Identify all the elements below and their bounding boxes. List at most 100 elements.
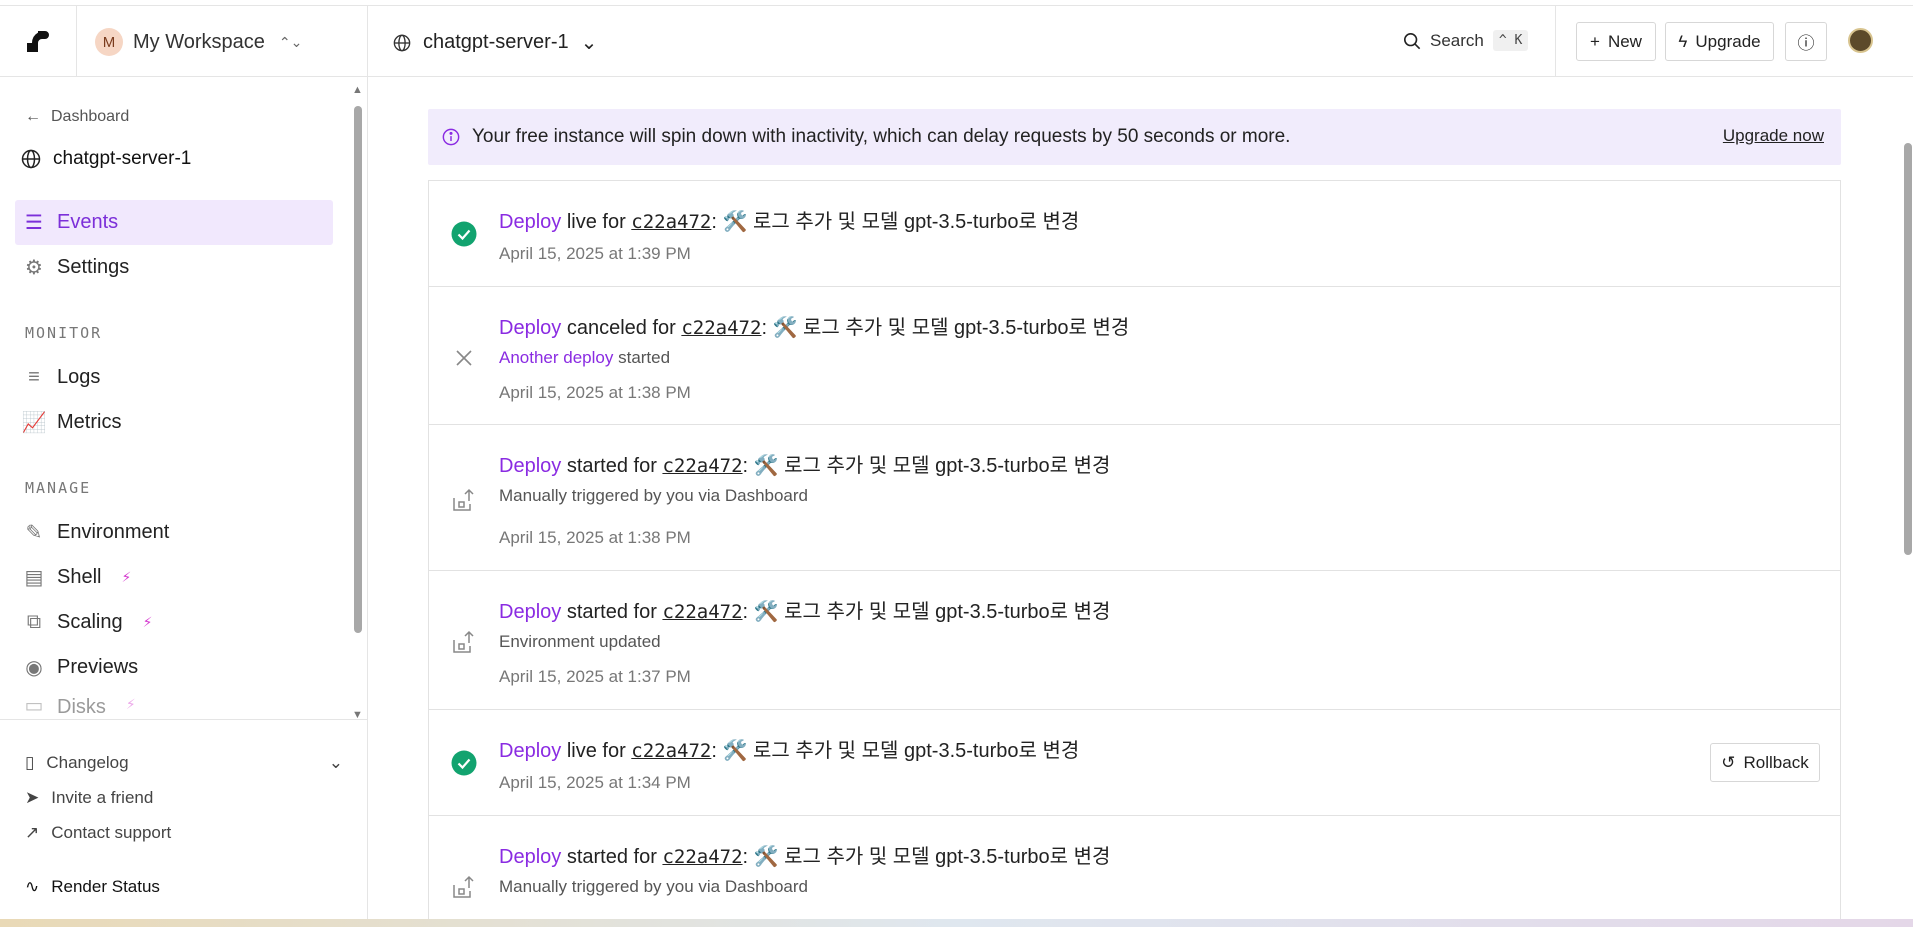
commit-message: 🛠️ 로그 추가 및 모델 gpt-3.5-turbo로 변경 (753, 455, 1111, 477)
logs-icon: ≡ (28, 366, 40, 388)
user-avatar[interactable] (1848, 28, 1873, 53)
search-icon (1403, 32, 1421, 49)
sidebar: M My Workspace ⌃⌄ ← Dashboard chatgpt-se… (0, 6, 368, 919)
deploy-link[interactable]: Deploy (499, 601, 561, 623)
deploy-link[interactable]: Deploy (499, 455, 561, 477)
deploy-link[interactable]: Deploy (499, 317, 561, 339)
header-divider (1555, 6, 1556, 77)
event-verb: started for (566, 455, 657, 477)
workspace-avatar: M (95, 28, 123, 56)
status-label: Render Status (51, 877, 160, 896)
sidebar-item-label: Metrics (57, 411, 122, 433)
commit-hash-link[interactable]: c22a472 (662, 455, 742, 477)
sidebar-item-label: Environment (57, 521, 170, 543)
deploy-link[interactable]: Deploy (499, 740, 561, 762)
sidebar-item-settings[interactable]: ⚙ Settings (15, 245, 333, 290)
event-item: Deploy started for c22a472: 🛠️ 로그 추가 및 모… (429, 425, 1840, 571)
free-instance-banner: Your free instance will spin down with i… (428, 109, 1841, 165)
event-timestamp: April 15, 2025 at 1:34 PM (499, 773, 691, 792)
sidebar-item-events[interactable]: ☰ Events (15, 200, 333, 245)
invite-friend-link[interactable]: ➤ Invite a friend (25, 788, 153, 808)
sidebar-scrollbar[interactable]: ▲ ▼ (351, 84, 363, 724)
event-verb: started for (566, 601, 657, 623)
changelog-toggle[interactable]: ▯ Changelog ⌄ (25, 753, 343, 773)
new-button[interactable]: + New (1576, 22, 1656, 61)
book-icon: ▯ (25, 753, 35, 772)
sidebar-footer: ▯ Changelog ⌄ ➤ Invite a friend ↗ Contac… (0, 719, 368, 919)
rollback-label: Rollback (1743, 752, 1809, 772)
bolt-icon: ⚡ (125, 696, 136, 712)
scroll-up-arrow-icon[interactable]: ▲ (352, 84, 363, 96)
contact-support-link[interactable]: ↗ Contact support (25, 823, 171, 843)
rollback-button[interactable]: ↺ Rollback (1710, 743, 1820, 782)
page-scrollbar[interactable] (1901, 78, 1913, 919)
event-subtext: Another deploy started (499, 348, 670, 368)
event-verb: live for (566, 740, 626, 762)
section-label-manage: MANAGE (25, 479, 92, 497)
event-title: Deploy live for c22a472: 🛠️ 로그 추가 및 모델 g… (499, 211, 1080, 233)
top-header: chatgpt-server-1 ⌄ Search ^ K + New ϟ Up… (368, 6, 1913, 77)
sidebar-item-metrics[interactable]: 📈 Metrics (15, 400, 333, 445)
sidebar-item-label: Previews (57, 656, 139, 678)
chart-icon: 📈 (21, 412, 47, 434)
sidebar-item-disks[interactable]: ▭ Disks ⚡ (15, 696, 333, 718)
deploy-link[interactable]: Deploy (499, 211, 561, 233)
upgrade-button[interactable]: ϟ Upgrade (1665, 22, 1774, 61)
plus-icon: + (1590, 31, 1600, 51)
commit-hash-link[interactable]: c22a472 (631, 211, 711, 233)
upgrade-now-link[interactable]: Upgrade now (1723, 126, 1824, 146)
sidebar-item-label: Disks (57, 696, 106, 718)
changelog-label: Changelog (46, 753, 129, 772)
event-title: Deploy live for c22a472: 🛠️ 로그 추가 및 모델 g… (499, 740, 1080, 762)
event-item: Deploy live for c22a472: 🛠️ 로그 추가 및 모델 g… (429, 710, 1840, 816)
sidebar-scroll-thumb[interactable] (354, 106, 362, 633)
sidebar-item-scaling[interactable]: ⧉ Scaling ⚡ (15, 600, 333, 645)
sidebar-item-label: Settings (57, 256, 130, 278)
arrow-left-icon: ← (25, 108, 41, 125)
bolt-icon: ϟ (1678, 31, 1688, 51)
commit-hash-link[interactable]: c22a472 (681, 317, 761, 339)
undo-icon: ↺ (1721, 752, 1736, 772)
service-name: chatgpt-server-1 (53, 148, 192, 169)
render-status-link[interactable]: ∿ Render Status (25, 877, 160, 897)
desktop-taskbar-edge (0, 919, 1913, 927)
event-verb: started for (566, 846, 657, 868)
commit-hash-link[interactable]: c22a472 (662, 601, 742, 623)
scaling-icon: ⧉ (26, 611, 42, 633)
event-timestamp: April 15, 2025 at 1:38 PM (499, 383, 691, 402)
event-subtext: Environment updated (499, 632, 661, 651)
deploy-link[interactable]: Deploy (499, 846, 561, 868)
eye-icon: ◉ (25, 657, 43, 679)
event-title: Deploy started for c22a472: 🛠️ 로그 추가 및 모… (499, 601, 1111, 623)
sidebar-item-label: Logs (57, 366, 101, 388)
render-logo-icon (27, 30, 49, 52)
workspace-switcher[interactable]: M My Workspace ⌃⌄ (95, 28, 302, 56)
commit-message: 🛠️ 로그 추가 및 모델 gpt-3.5-turbo로 변경 (722, 740, 1080, 762)
event-timestamp: April 15, 2025 at 1:39 PM (499, 244, 691, 263)
sidebar-item-environment[interactable]: ✎ Environment (15, 510, 333, 555)
back-to-dashboard-link[interactable]: ← Dashboard (25, 108, 129, 126)
terminal-icon: ▤ (24, 567, 44, 589)
event-subtext-rest: started (613, 348, 671, 367)
disk-icon: ▭ (24, 696, 44, 717)
sidebar-item-label: Scaling (57, 611, 123, 633)
commit-hash-link[interactable]: c22a472 (631, 740, 711, 762)
service-switcher[interactable]: chatgpt-server-1 ⌄ (393, 30, 597, 55)
commit-message: 🛠️ 로그 추가 및 모델 gpt-3.5-turbo로 변경 (772, 317, 1130, 339)
sidebar-item-shell[interactable]: ▤ Shell ⚡ (15, 555, 333, 600)
deploy-upload-icon (451, 487, 477, 513)
another-deploy-link[interactable]: Another deploy (499, 348, 613, 367)
sidebar-item-previews[interactable]: ◉ Previews (15, 645, 333, 690)
render-logo[interactable] (0, 6, 77, 77)
commit-hash-link[interactable]: c22a472 (662, 846, 742, 868)
close-icon (451, 345, 477, 371)
help-button[interactable]: ⓘ (1785, 22, 1827, 61)
event-item: Deploy canceled for c22a472: 🛠️ 로그 추가 및 … (429, 287, 1840, 425)
search-button[interactable]: Search ^ K (1403, 30, 1529, 51)
page-scroll-thumb[interactable] (1904, 143, 1912, 555)
event-verb: live for (566, 211, 626, 233)
sidebar-item-label: Shell (57, 566, 102, 588)
invite-label: Invite a friend (51, 788, 154, 807)
external-link-icon: ↗ (25, 823, 40, 842)
sidebar-item-logs[interactable]: ≡ Logs (15, 355, 333, 400)
